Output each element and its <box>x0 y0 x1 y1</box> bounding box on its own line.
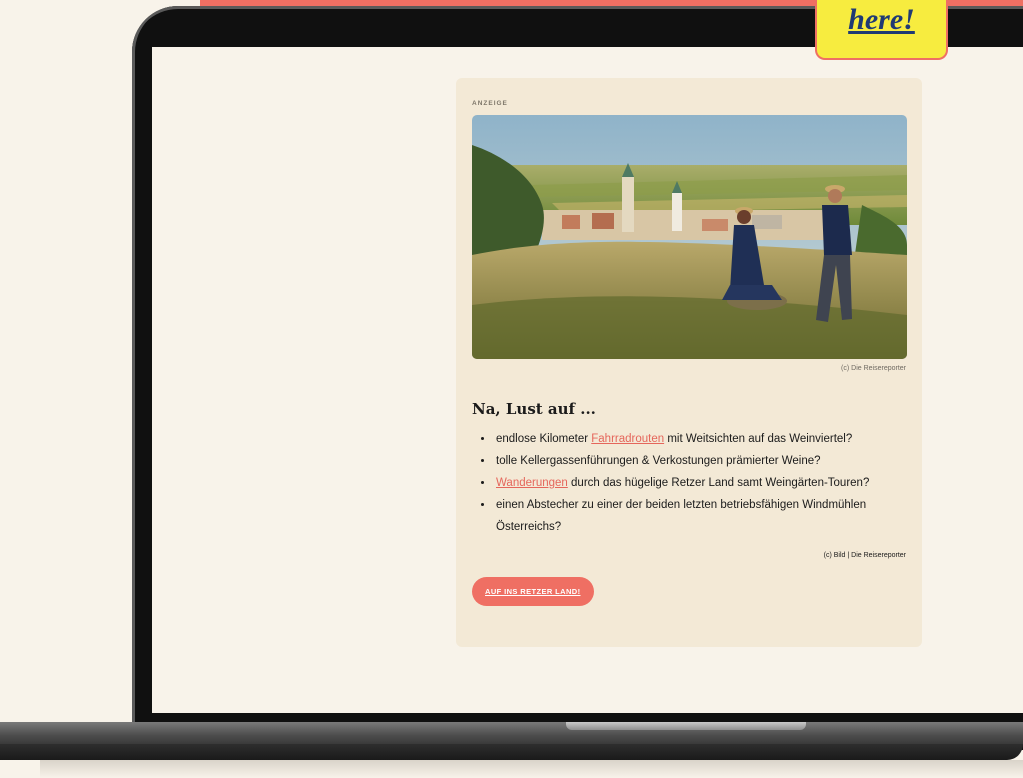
sticky-note: here! <box>815 0 948 60</box>
bottom-credit: (c) Bild | Die Reisereporter <box>823 552 906 559</box>
cta-button[interactable]: AUF INS RETZER LAND! <box>472 577 594 606</box>
ad-heading: Na, Lust auf ... <box>472 400 596 418</box>
ad-card: ANZEIGE (c) Die Reisereporter Na, Lust a… <box>456 78 922 647</box>
laptop-notch <box>566 722 806 730</box>
image-credit: (c) Die Reisereporter <box>841 365 906 372</box>
laptop-screen: ANZEIGE (c) Die Reisereporter Na, Lust a… <box>152 47 1023 713</box>
ad-feature-list: endlose Kilometer Fahrradrouten mit Weit… <box>472 428 906 538</box>
list-item: einen Abstecher zu einer der beiden letz… <box>494 494 906 538</box>
laptop-base <box>0 722 1023 778</box>
list-item: Wanderungen durch das hügelige Retzer La… <box>494 472 906 494</box>
sticky-note-link[interactable]: here! <box>848 3 915 37</box>
ad-label: ANZEIGE <box>472 100 508 107</box>
ad-image <box>472 115 907 359</box>
link-fahrradrouten[interactable]: Fahrradrouten <box>591 433 664 445</box>
list-item: endlose Kilometer Fahrradrouten mit Weit… <box>494 428 906 450</box>
link-wanderungen[interactable]: Wanderungen <box>496 477 568 489</box>
list-item: tolle Kellergassenführungen & Verkostung… <box>494 450 906 472</box>
